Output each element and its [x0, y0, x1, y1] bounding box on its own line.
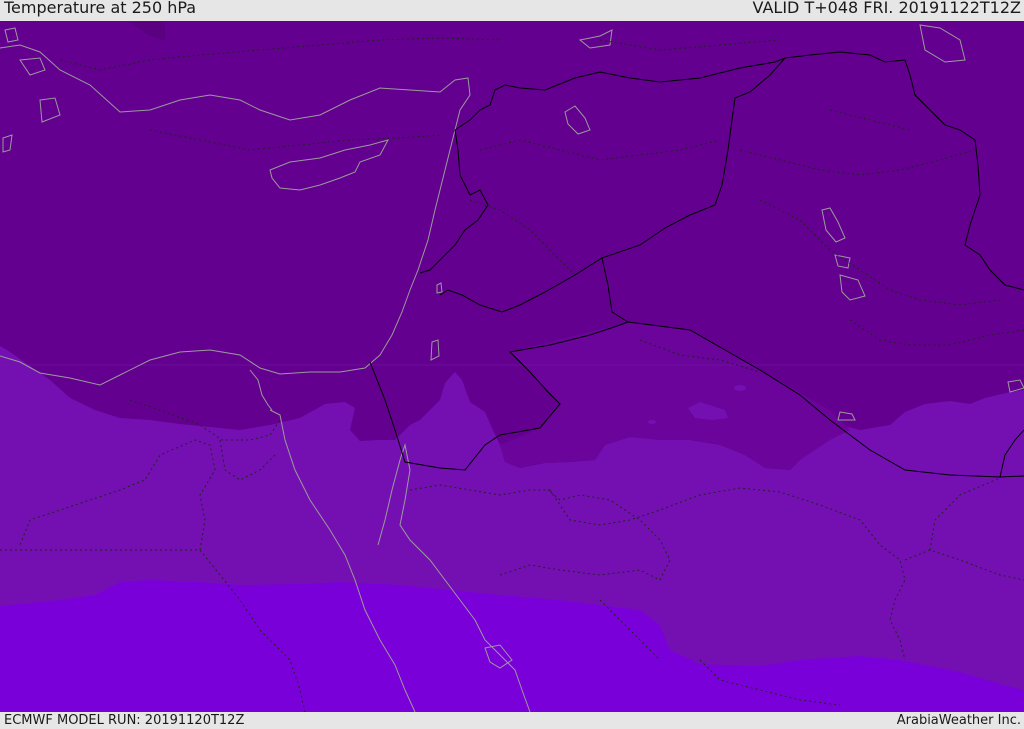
map-canvas — [0, 21, 1024, 712]
brand-label: ArabiaWeather Inc. — [896, 713, 1021, 728]
map-title: Temperature at 250 hPa — [4, 0, 197, 17]
temperature-map[interactable] — [0, 21, 1024, 712]
temperature-band-cold — [0, 21, 1024, 470]
model-run-label: ECMWF MODEL RUN: 20191120T12Z — [4, 713, 245, 728]
valid-time: VALID T+048 FRI. 20191122T12Z — [752, 0, 1021, 17]
footer-bar: ECMWF MODEL RUN: 20191120T12Z ArabiaWeat… — [0, 712, 1024, 729]
header-bar: Temperature at 250 hPa VALID T+048 FRI. … — [0, 0, 1024, 22]
